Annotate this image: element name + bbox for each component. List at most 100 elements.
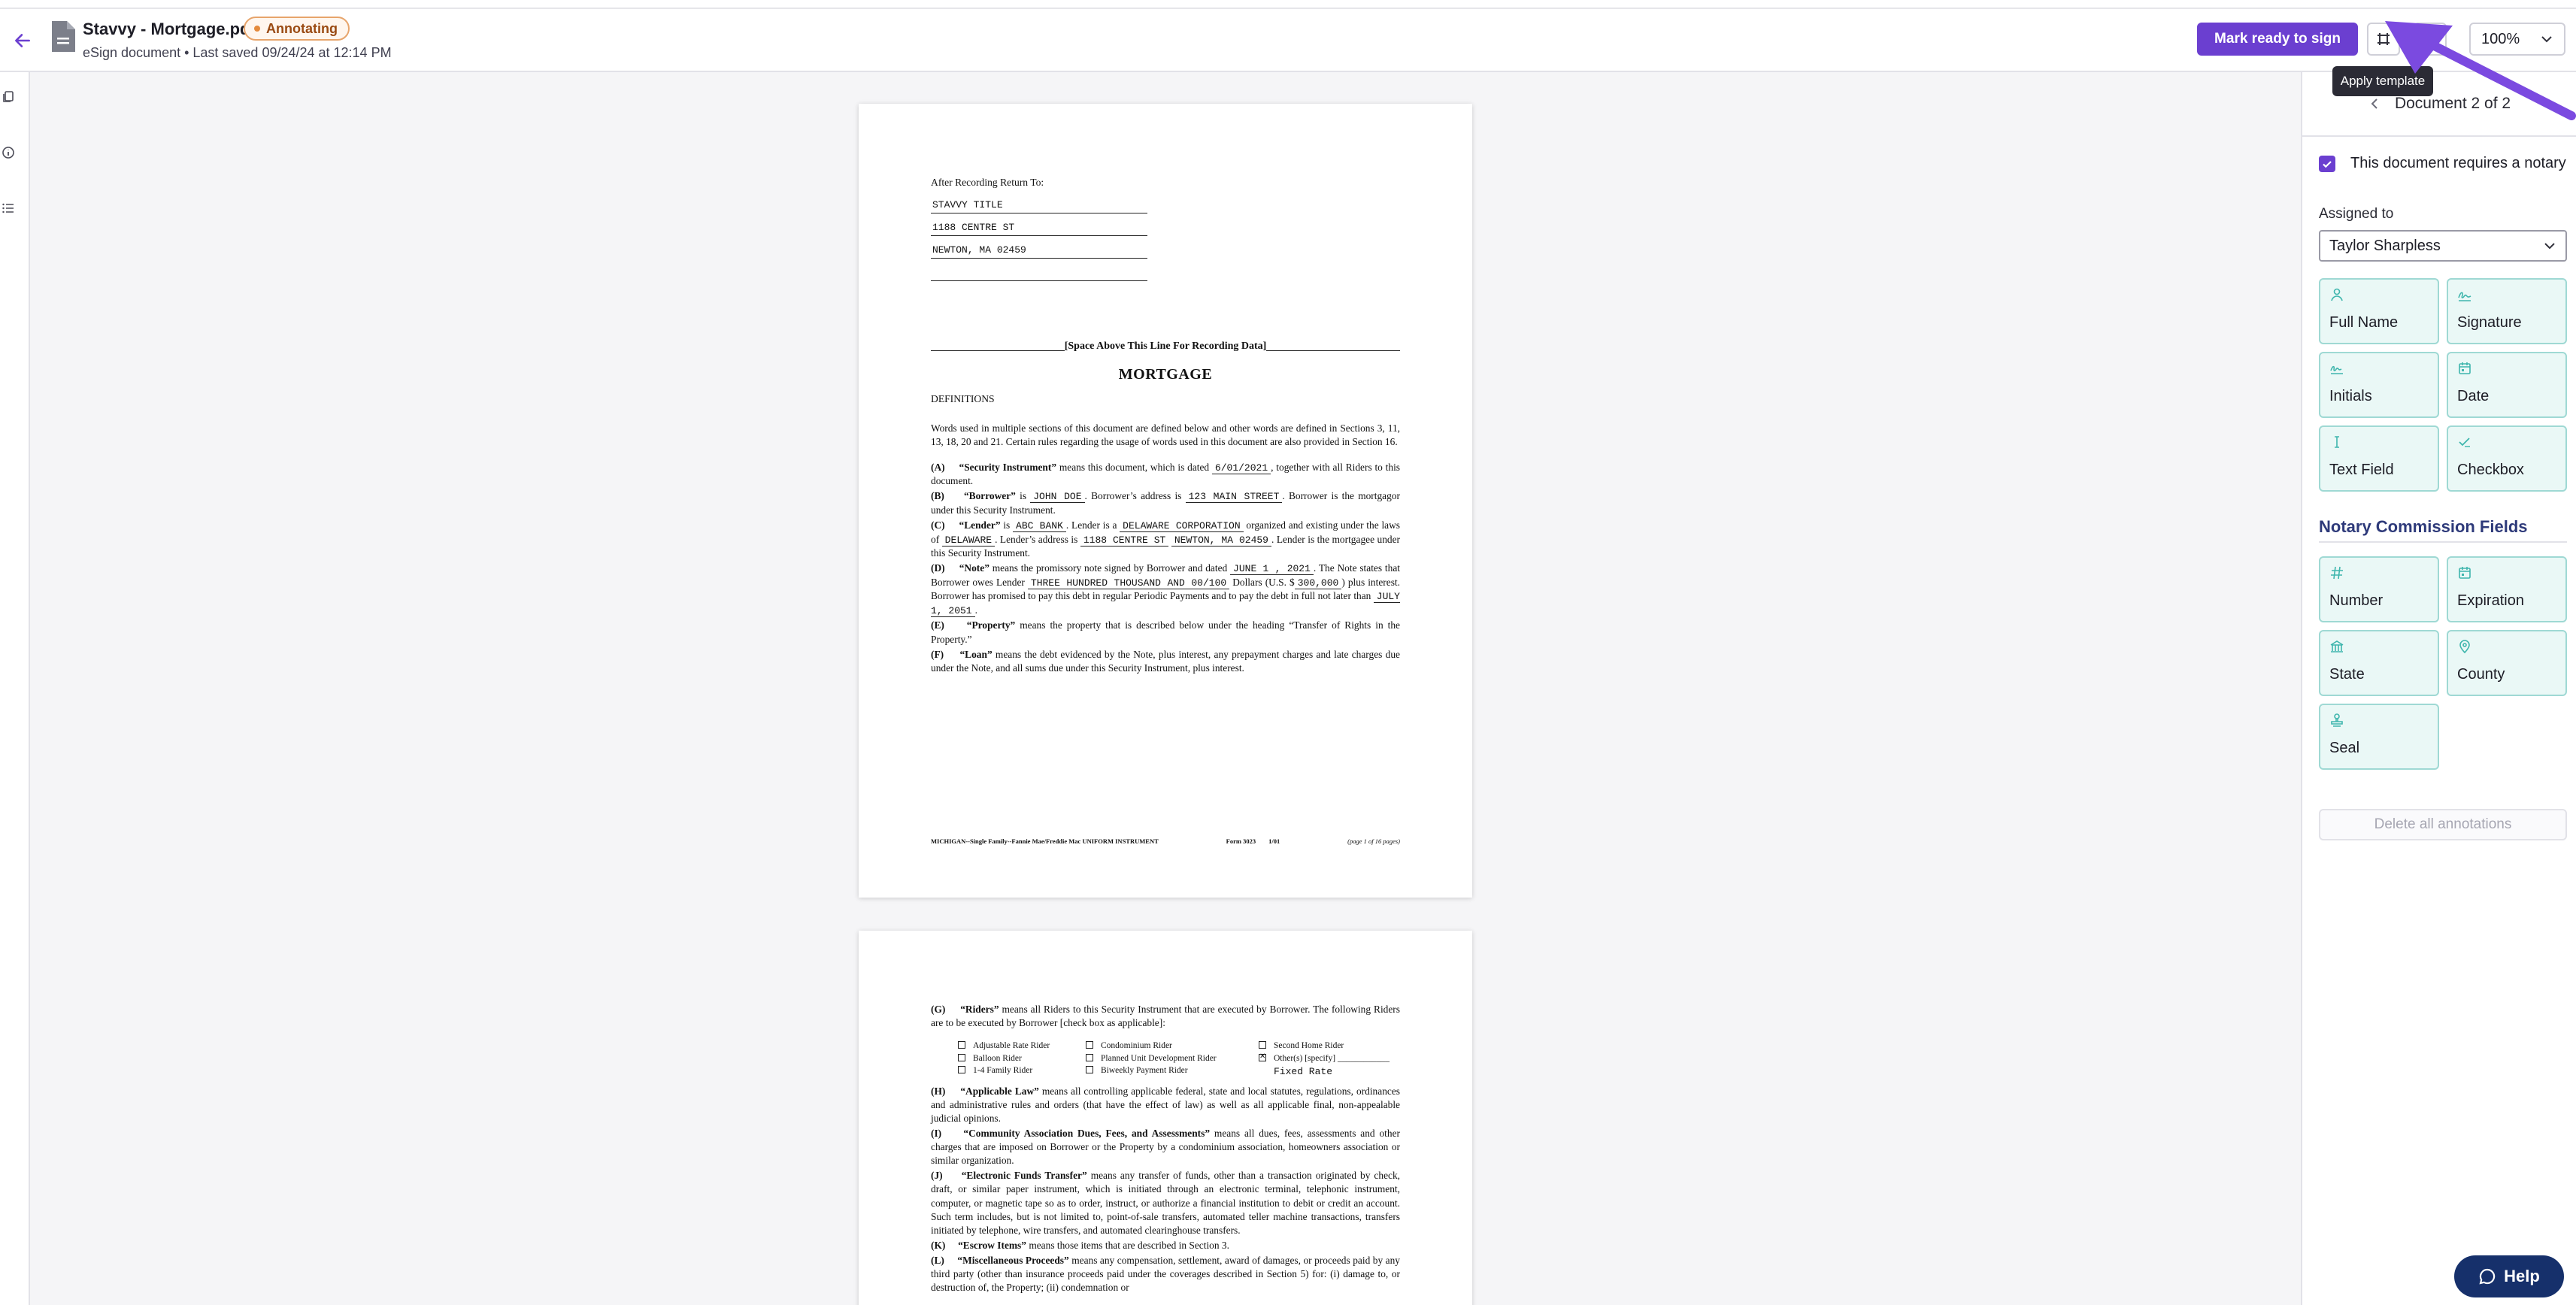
zoom-select[interactable]: 100% xyxy=(2469,23,2565,56)
footer-date: 1/01 xyxy=(1268,837,1280,845)
assigned-to-value: Taylor Sharpless xyxy=(2329,237,2441,254)
field-label: Seal xyxy=(2329,740,2360,756)
left-rail xyxy=(0,72,30,1305)
field-label: Full Name xyxy=(2329,314,2399,331)
mark-ready-to-sign-button[interactable]: Mark ready to sign xyxy=(2197,23,2358,56)
field-number[interactable]: Number xyxy=(2319,556,2439,622)
info-icon[interactable] xyxy=(0,144,17,161)
add-button[interactable] xyxy=(2414,23,2447,56)
field-signature[interactable]: Signature xyxy=(2447,278,2567,344)
definition-c: (C) “Lender” is ABC BANK. Lender is a DE… xyxy=(931,519,1401,559)
stamp-icon xyxy=(2331,713,2343,727)
rider-item[interactable]: Biweekly Payment Rider xyxy=(1086,1065,1259,1079)
return-line: 1188 CENTRE ST xyxy=(931,213,1147,237)
notary-requirement[interactable]: This document requires a notary xyxy=(2319,155,2566,172)
checkbox-icon xyxy=(958,1041,965,1049)
rider-item[interactable]: Other(s) [specify] ____________ xyxy=(1259,1052,1424,1065)
return-to-label: After Recording Return To: xyxy=(931,177,1044,188)
definition-l: (L) “Miscellaneous Proceeds” means any c… xyxy=(931,1254,1400,1294)
field-label: State xyxy=(2329,666,2365,683)
definition-f: (F) “Loan” means the debt evidenced by t… xyxy=(931,648,1400,674)
checkbox-icon xyxy=(1259,1041,1266,1049)
browser-top-strip xyxy=(0,0,2576,9)
field-date[interactable]: Date xyxy=(2447,352,2567,418)
field-label: Checkbox xyxy=(2457,462,2524,478)
checkbox-icon xyxy=(1086,1053,1093,1061)
document-page-2[interactable]: (G) “Riders” means all Riders to this Se… xyxy=(859,931,1472,1305)
definitions-heading: DEFINITIONS xyxy=(931,393,995,405)
hash-icon xyxy=(2331,566,2343,580)
app-header: Stavvy - Mortgage.pdf Annotating eSign d… xyxy=(0,9,2576,72)
rider-item[interactable]: Condominium Rider xyxy=(1086,1040,1259,1052)
chat-bubble-icon xyxy=(2479,1268,2496,1285)
assigned-to-label: Assigned to xyxy=(2319,206,2394,222)
delete-all-annotations-button[interactable]: Delete all annotations xyxy=(2319,809,2567,840)
field-label: Date xyxy=(2457,388,2490,404)
chevron-left-icon[interactable] xyxy=(2369,98,2380,110)
document-canvas[interactable]: After Recording Return To: STAVVY TITLE … xyxy=(30,72,2301,1305)
field-checkbox[interactable]: Checkbox xyxy=(2447,425,2567,492)
field-state[interactable]: State xyxy=(2319,630,2439,696)
footer-instrument: MICHIGAN--Single Family--Fannie Mae/Fred… xyxy=(931,837,1159,845)
definition-e: (E) “Property” means the property that i… xyxy=(931,619,1400,645)
pages-icon[interactable] xyxy=(0,89,17,105)
person-icon xyxy=(2331,288,2343,301)
field-full-name[interactable]: Full Name xyxy=(2319,278,2439,344)
field-label: Number xyxy=(2329,592,2384,609)
document-nav-label: Document 2 of 2 xyxy=(2394,95,2511,112)
help-button[interactable]: Help xyxy=(2454,1255,2564,1297)
rider-item[interactable]: Second Home Rider xyxy=(1259,1040,1424,1052)
definition-b: (B) “Borrower” is JOHN DOE. Borrower’s a… xyxy=(931,490,1400,516)
list-icon[interactable] xyxy=(0,200,17,216)
field-seal[interactable]: Seal xyxy=(2319,704,2439,770)
footer-form: Form 3023 xyxy=(1226,837,1256,845)
zoom-value: 100% xyxy=(2481,30,2520,47)
field-label: Text Field xyxy=(2329,462,2394,478)
page-footer: MICHIGAN--Single Family--Fannie Mae/Fred… xyxy=(931,837,1400,846)
document-title: Stavvy - Mortgage.pdf xyxy=(83,20,256,38)
apply-template-tooltip: Apply template xyxy=(2332,66,2433,96)
riders-checklist: Adjustable Rate Rider Condominium Rider … xyxy=(958,1040,1400,1079)
checkbox-icon xyxy=(1086,1066,1093,1074)
field-text-field[interactable]: Text Field xyxy=(2319,425,2439,492)
apply-template-button[interactable] xyxy=(2367,23,2400,56)
field-label: County xyxy=(2457,666,2505,683)
help-label: Help xyxy=(2504,1267,2540,1285)
definition-d: (D) “Note” means the promissory note sig… xyxy=(931,562,1400,617)
field-expiration[interactable]: Expiration xyxy=(2447,556,2567,622)
definitions-intro: Words used in multiple sections of this … xyxy=(931,422,1400,447)
field-county[interactable]: County xyxy=(2447,630,2567,696)
assigned-to-select[interactable]: Taylor Sharpless xyxy=(2319,230,2567,262)
status-badge: Annotating xyxy=(244,17,350,41)
field-label: Signature xyxy=(2457,314,2522,331)
rider-item[interactable]: Adjustable Rate Rider xyxy=(958,1040,1086,1052)
definition-j: (J) “Electronic Funds Transfer” means an… xyxy=(931,1170,1401,1236)
recording-space-text: [Space Above This Line For Recording Dat… xyxy=(1064,341,1267,353)
checkbox-icon xyxy=(958,1066,965,1074)
location-pin-icon xyxy=(2459,640,2470,654)
rider-item[interactable]: Planned Unit Development Rider xyxy=(1086,1053,1259,1065)
notary-checkbox[interactable] xyxy=(2319,155,2335,172)
definition-i: (I) “Community Association Dues, Fees, a… xyxy=(931,1128,1400,1167)
back-arrow-icon xyxy=(15,34,30,47)
rider-other-value: Fixed Rate xyxy=(1274,1066,1333,1078)
document-page-1[interactable]: After Recording Return To: STAVVY TITLE … xyxy=(859,104,1472,898)
chevron-down-icon xyxy=(2541,36,2552,43)
page-content: After Recording Return To: STAVVY TITLE … xyxy=(931,176,1401,675)
rider-item[interactable]: 1-4 Family Rider xyxy=(958,1065,1086,1079)
return-line xyxy=(931,259,1147,282)
document-subtitle: eSign document • Last saved 09/24/24 at … xyxy=(83,45,392,60)
annotation-sidebar: Document 2 of 2 This document requires a… xyxy=(2301,72,2576,1305)
field-initials[interactable]: Initials xyxy=(2319,352,2439,418)
document-icon xyxy=(52,21,75,52)
checked-checkbox-icon xyxy=(1259,1052,1266,1061)
calendar-icon xyxy=(2459,362,2471,374)
rider-item[interactable]: Balloon Rider xyxy=(958,1053,1086,1065)
back-button[interactable] xyxy=(5,23,41,59)
text-cursor-icon xyxy=(2335,436,2339,448)
checkbox-icon xyxy=(958,1053,965,1061)
status-badge-label: Annotating xyxy=(266,20,338,36)
calendar-icon xyxy=(2459,567,2471,579)
page-content: (G) “Riders” means all Riders to this Se… xyxy=(931,1003,1400,1294)
chevron-down-icon xyxy=(2544,243,2555,250)
